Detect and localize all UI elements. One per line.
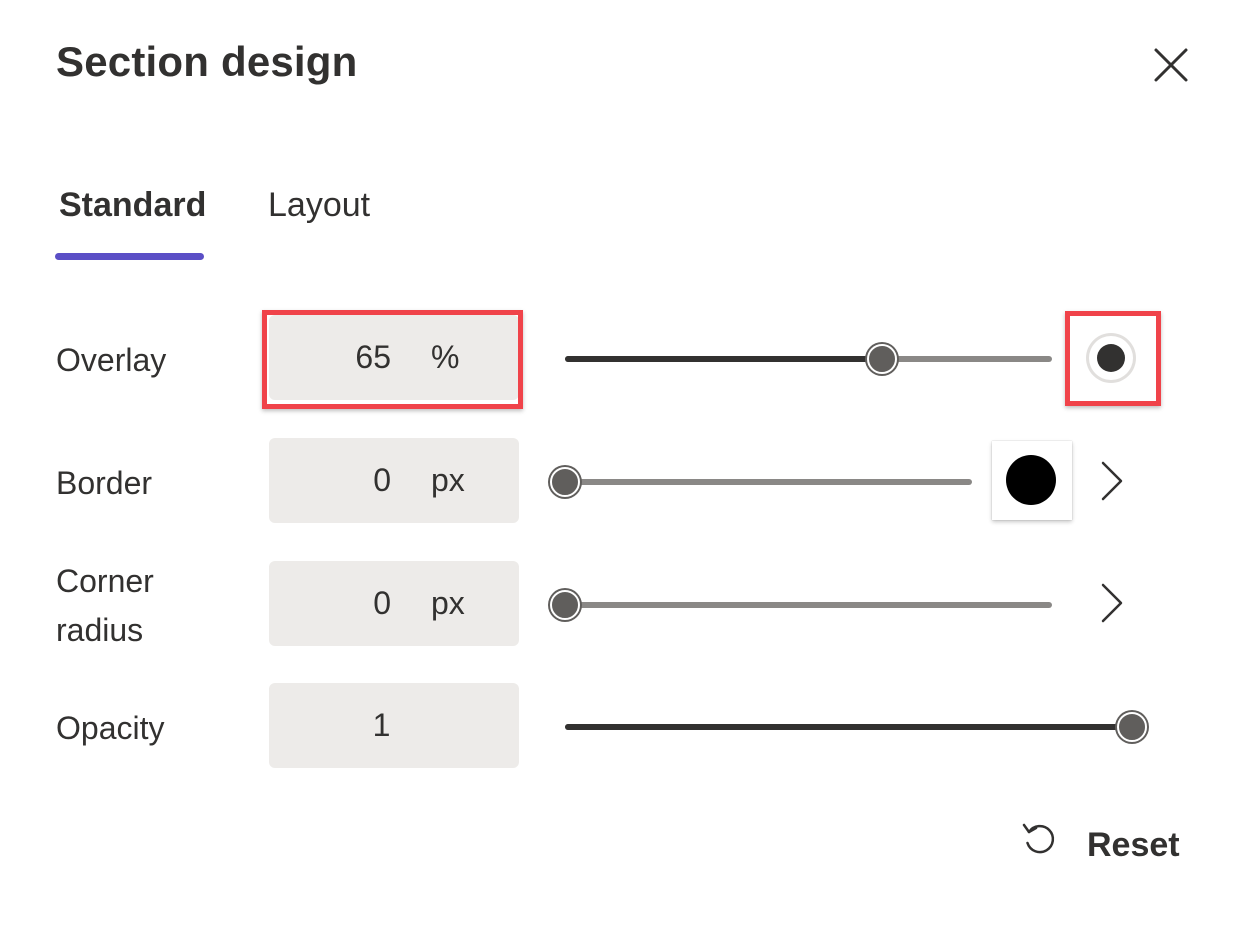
corner-radius-slider-track [565,602,1052,608]
reset-button[interactable]: Reset [1020,818,1180,878]
border-color-circle [1006,455,1056,505]
corner-radius-input[interactable]: 0 px [269,561,519,646]
corner-radius-value: 0 [373,585,391,621]
border-slider-thumb[interactable] [550,467,580,497]
opacity-value: 1 [372,707,391,743]
border-slider-track [565,479,972,485]
overlay-color-option[interactable] [1086,333,1136,383]
overlay-unit: % [431,339,460,375]
corner-radius-label-line1: Corner [56,563,154,599]
overlay-value: 65 [355,339,391,375]
corner-radius-slider-thumb[interactable] [550,590,580,620]
border-value: 0 [373,462,391,498]
opacity-label: Opacity [56,710,165,746]
corner-radius-unit: px [431,585,465,621]
corner-radius-expand-button[interactable] [1099,582,1125,624]
border-slider[interactable] [550,467,972,497]
overlay-input[interactable]: 65 % [269,315,519,400]
opacity-slider[interactable] [565,712,1147,742]
section-design-panel: Section design Standard Layout Overlay 6… [0,0,1241,934]
chevron-right-icon [1101,461,1123,501]
chevron-right-icon [1101,583,1123,623]
overlay-label: Overlay [56,342,167,378]
reset-label: Reset [1087,826,1180,864]
close-button[interactable] [1150,44,1192,86]
corner-radius-slider[interactable] [550,590,1052,620]
tab-selected-indicator [55,253,204,260]
overlay-slider[interactable] [565,344,1052,374]
opacity-slider-thumb[interactable] [1117,712,1147,742]
reset-icon [1022,823,1055,854]
overlay-slider-fill [565,356,882,362]
close-icon [1154,48,1188,82]
opacity-slider-fill [565,724,1132,730]
border-unit: px [431,462,465,498]
corner-radius-label-line2: radius [56,612,144,648]
panel-title: Section design [56,38,358,85]
border-label: Border [56,465,153,501]
tab-layout[interactable]: Layout [268,186,370,225]
opacity-input[interactable]: 1 [269,683,519,768]
overlay-color-dot [1097,344,1125,372]
border-expand-button[interactable] [1099,460,1125,502]
border-color-swatch[interactable] [992,441,1072,520]
overlay-slider-thumb[interactable] [866,344,897,374]
border-input[interactable]: 0 px [269,438,519,523]
tab-standard[interactable]: Standard [59,186,206,225]
